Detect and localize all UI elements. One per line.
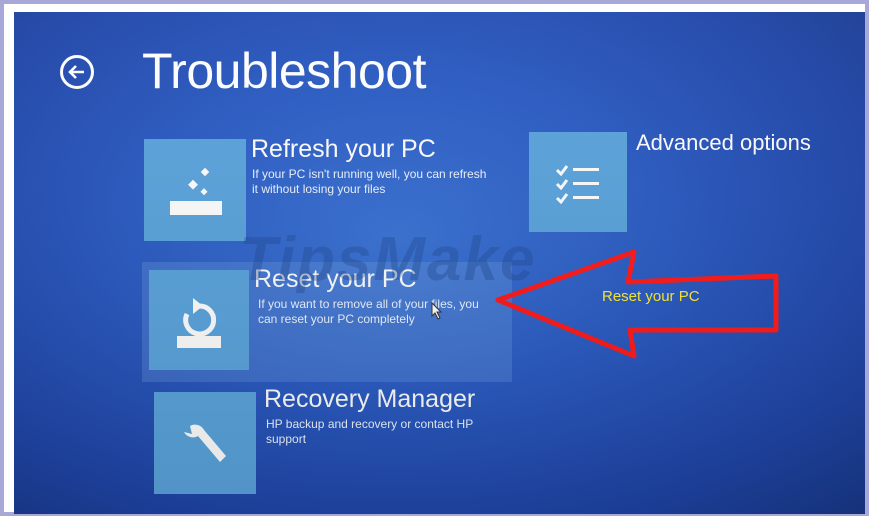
reset-pc-tile[interactable] bbox=[149, 270, 249, 370]
mouse-cursor-icon bbox=[431, 302, 443, 320]
recovery-manager-title[interactable]: Recovery Manager bbox=[264, 384, 475, 414]
refresh-icon bbox=[170, 167, 222, 215]
back-arrow-icon[interactable] bbox=[60, 55, 94, 89]
advanced-options-title[interactable]: Advanced options bbox=[636, 128, 811, 158]
screenshot-frame: Troubleshoot Refresh your PC If your PC … bbox=[0, 0, 869, 516]
reset-pc-title[interactable]: Reset your PC bbox=[254, 264, 417, 294]
recovery-manager-tile[interactable] bbox=[154, 392, 256, 494]
reset-pc-highlight[interactable] bbox=[142, 262, 512, 382]
refresh-pc-description: If your PC isn't running well, you can r… bbox=[252, 167, 487, 196]
reset-pc-description: If you want to remove all of your files,… bbox=[258, 297, 479, 326]
annotation-arrow-icon bbox=[495, 249, 779, 359]
troubleshoot-screen: Troubleshoot Refresh your PC If your PC … bbox=[14, 12, 865, 514]
advanced-options-tile[interactable] bbox=[529, 132, 627, 232]
reset-icon bbox=[177, 298, 221, 348]
wrench-icon bbox=[184, 424, 226, 462]
annotation-label: Reset your PC bbox=[602, 288, 700, 305]
recovery-manager-description: HP backup and recovery or contact HP sup… bbox=[266, 417, 473, 446]
refresh-pc-title[interactable]: Refresh your PC bbox=[251, 134, 436, 164]
refresh-pc-tile[interactable] bbox=[144, 139, 246, 241]
watermark-text: TipsMake bbox=[239, 225, 537, 294]
checklist-icon bbox=[555, 165, 599, 205]
page-title: Troubleshoot bbox=[142, 43, 427, 99]
